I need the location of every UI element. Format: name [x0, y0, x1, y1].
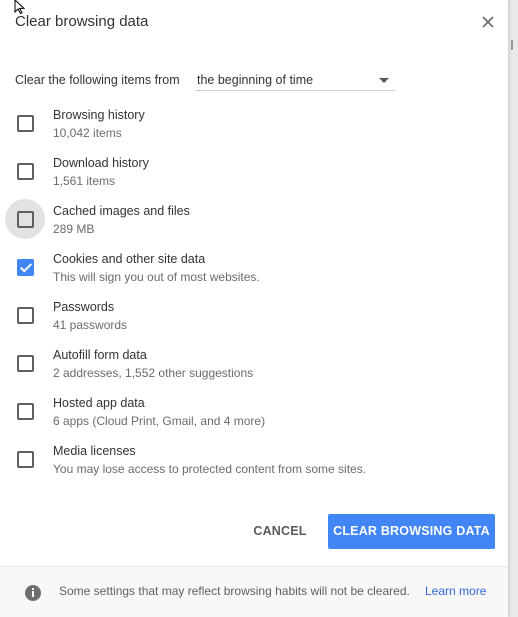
page: Clear browsing data Clear the following … [0, 0, 518, 617]
option-label: Cookies and other site data [53, 252, 206, 266]
option-detail: You may lose access to protected content… [53, 462, 367, 476]
browsing-history-checkbox[interactable] [17, 115, 34, 132]
option-detail: 289 MB [53, 222, 95, 236]
checkbox-container [5, 103, 45, 143]
media-licenses-checkbox[interactable] [17, 451, 34, 468]
option-cookies[interactable]: Cookies and other site data This will si… [0, 252, 508, 292]
mouse-pointer-icon [14, 0, 26, 14]
option-label: Download history [53, 156, 149, 170]
close-icon [482, 16, 494, 28]
close-button[interactable] [478, 12, 498, 32]
option-label: Autofill form data [53, 348, 147, 362]
background-window-edge [508, 0, 518, 617]
time-range-select[interactable]: the beginning of time [195, 70, 395, 91]
option-cached-images[interactable]: Cached images and files 289 MB [0, 199, 508, 244]
autofill-checkbox[interactable] [17, 355, 34, 372]
checkbox-container [5, 151, 45, 191]
option-browsing-history[interactable]: Browsing history 10,042 items [0, 108, 508, 148]
option-detail: 41 passwords [53, 318, 128, 332]
option-label: Media licenses [53, 444, 136, 458]
option-download-history[interactable]: Download history 1,561 items [0, 156, 508, 196]
info-icon [25, 585, 41, 601]
option-hosted-app-data[interactable]: Hosted app data 6 apps (Cloud Print, Gma… [0, 396, 508, 436]
checkbox-container [5, 439, 45, 479]
clear-browsing-data-dialog: Clear browsing data Clear the following … [0, 0, 508, 617]
hosted-app-data-checkbox[interactable] [17, 403, 34, 420]
time-range-value: the beginning of time [197, 73, 314, 87]
download-history-checkbox[interactable] [17, 163, 34, 180]
passwords-checkbox[interactable] [17, 307, 34, 324]
option-label: Passwords [53, 300, 115, 314]
cancel-button[interactable]: CANCEL [246, 514, 314, 548]
option-label: Browsing history [53, 108, 145, 122]
checkbox-container [5, 247, 45, 287]
time-range-label: Clear the following items from [15, 73, 180, 87]
option-detail: 2 addresses, 1,552 other suggestions [53, 366, 254, 380]
option-detail: 10,042 items [53, 126, 122, 140]
option-media-licenses[interactable]: Media licenses You may lose access to pr… [0, 444, 508, 484]
option-detail: This will sign you out of most websites. [53, 270, 260, 284]
checkbox-focus-ripple [5, 199, 45, 239]
checkbox-container [5, 343, 45, 383]
option-detail: 1,561 items [53, 174, 116, 188]
checkbox-container [5, 295, 45, 335]
option-autofill[interactable]: Autofill form data 2 addresses, 1,552 ot… [0, 348, 508, 388]
dialog-title: Clear browsing data [15, 13, 149, 30]
clear-browsing-data-button[interactable]: CLEAR BROWSING DATA [328, 514, 495, 549]
learn-more-link[interactable]: Learn more [425, 584, 486, 598]
option-label: Hosted app data [53, 396, 145, 410]
chevron-down-icon [379, 78, 389, 83]
checkbox-container [5, 391, 45, 431]
option-label: Cached images and files [53, 204, 190, 218]
option-passwords[interactable]: Passwords 41 passwords [0, 300, 508, 340]
option-detail: 6 apps (Cloud Print, Gmail, and 4 more) [53, 414, 266, 428]
cookies-checkbox[interactable] [17, 259, 34, 276]
footer-note: Some settings that may reflect browsing … [59, 584, 410, 598]
cached-images-checkbox[interactable] [17, 211, 34, 228]
time-range-row: Clear the following items from the begin… [15, 70, 395, 92]
dialog-footer: Some settings that may reflect browsing … [0, 566, 508, 617]
background-window-mark [511, 40, 513, 50]
